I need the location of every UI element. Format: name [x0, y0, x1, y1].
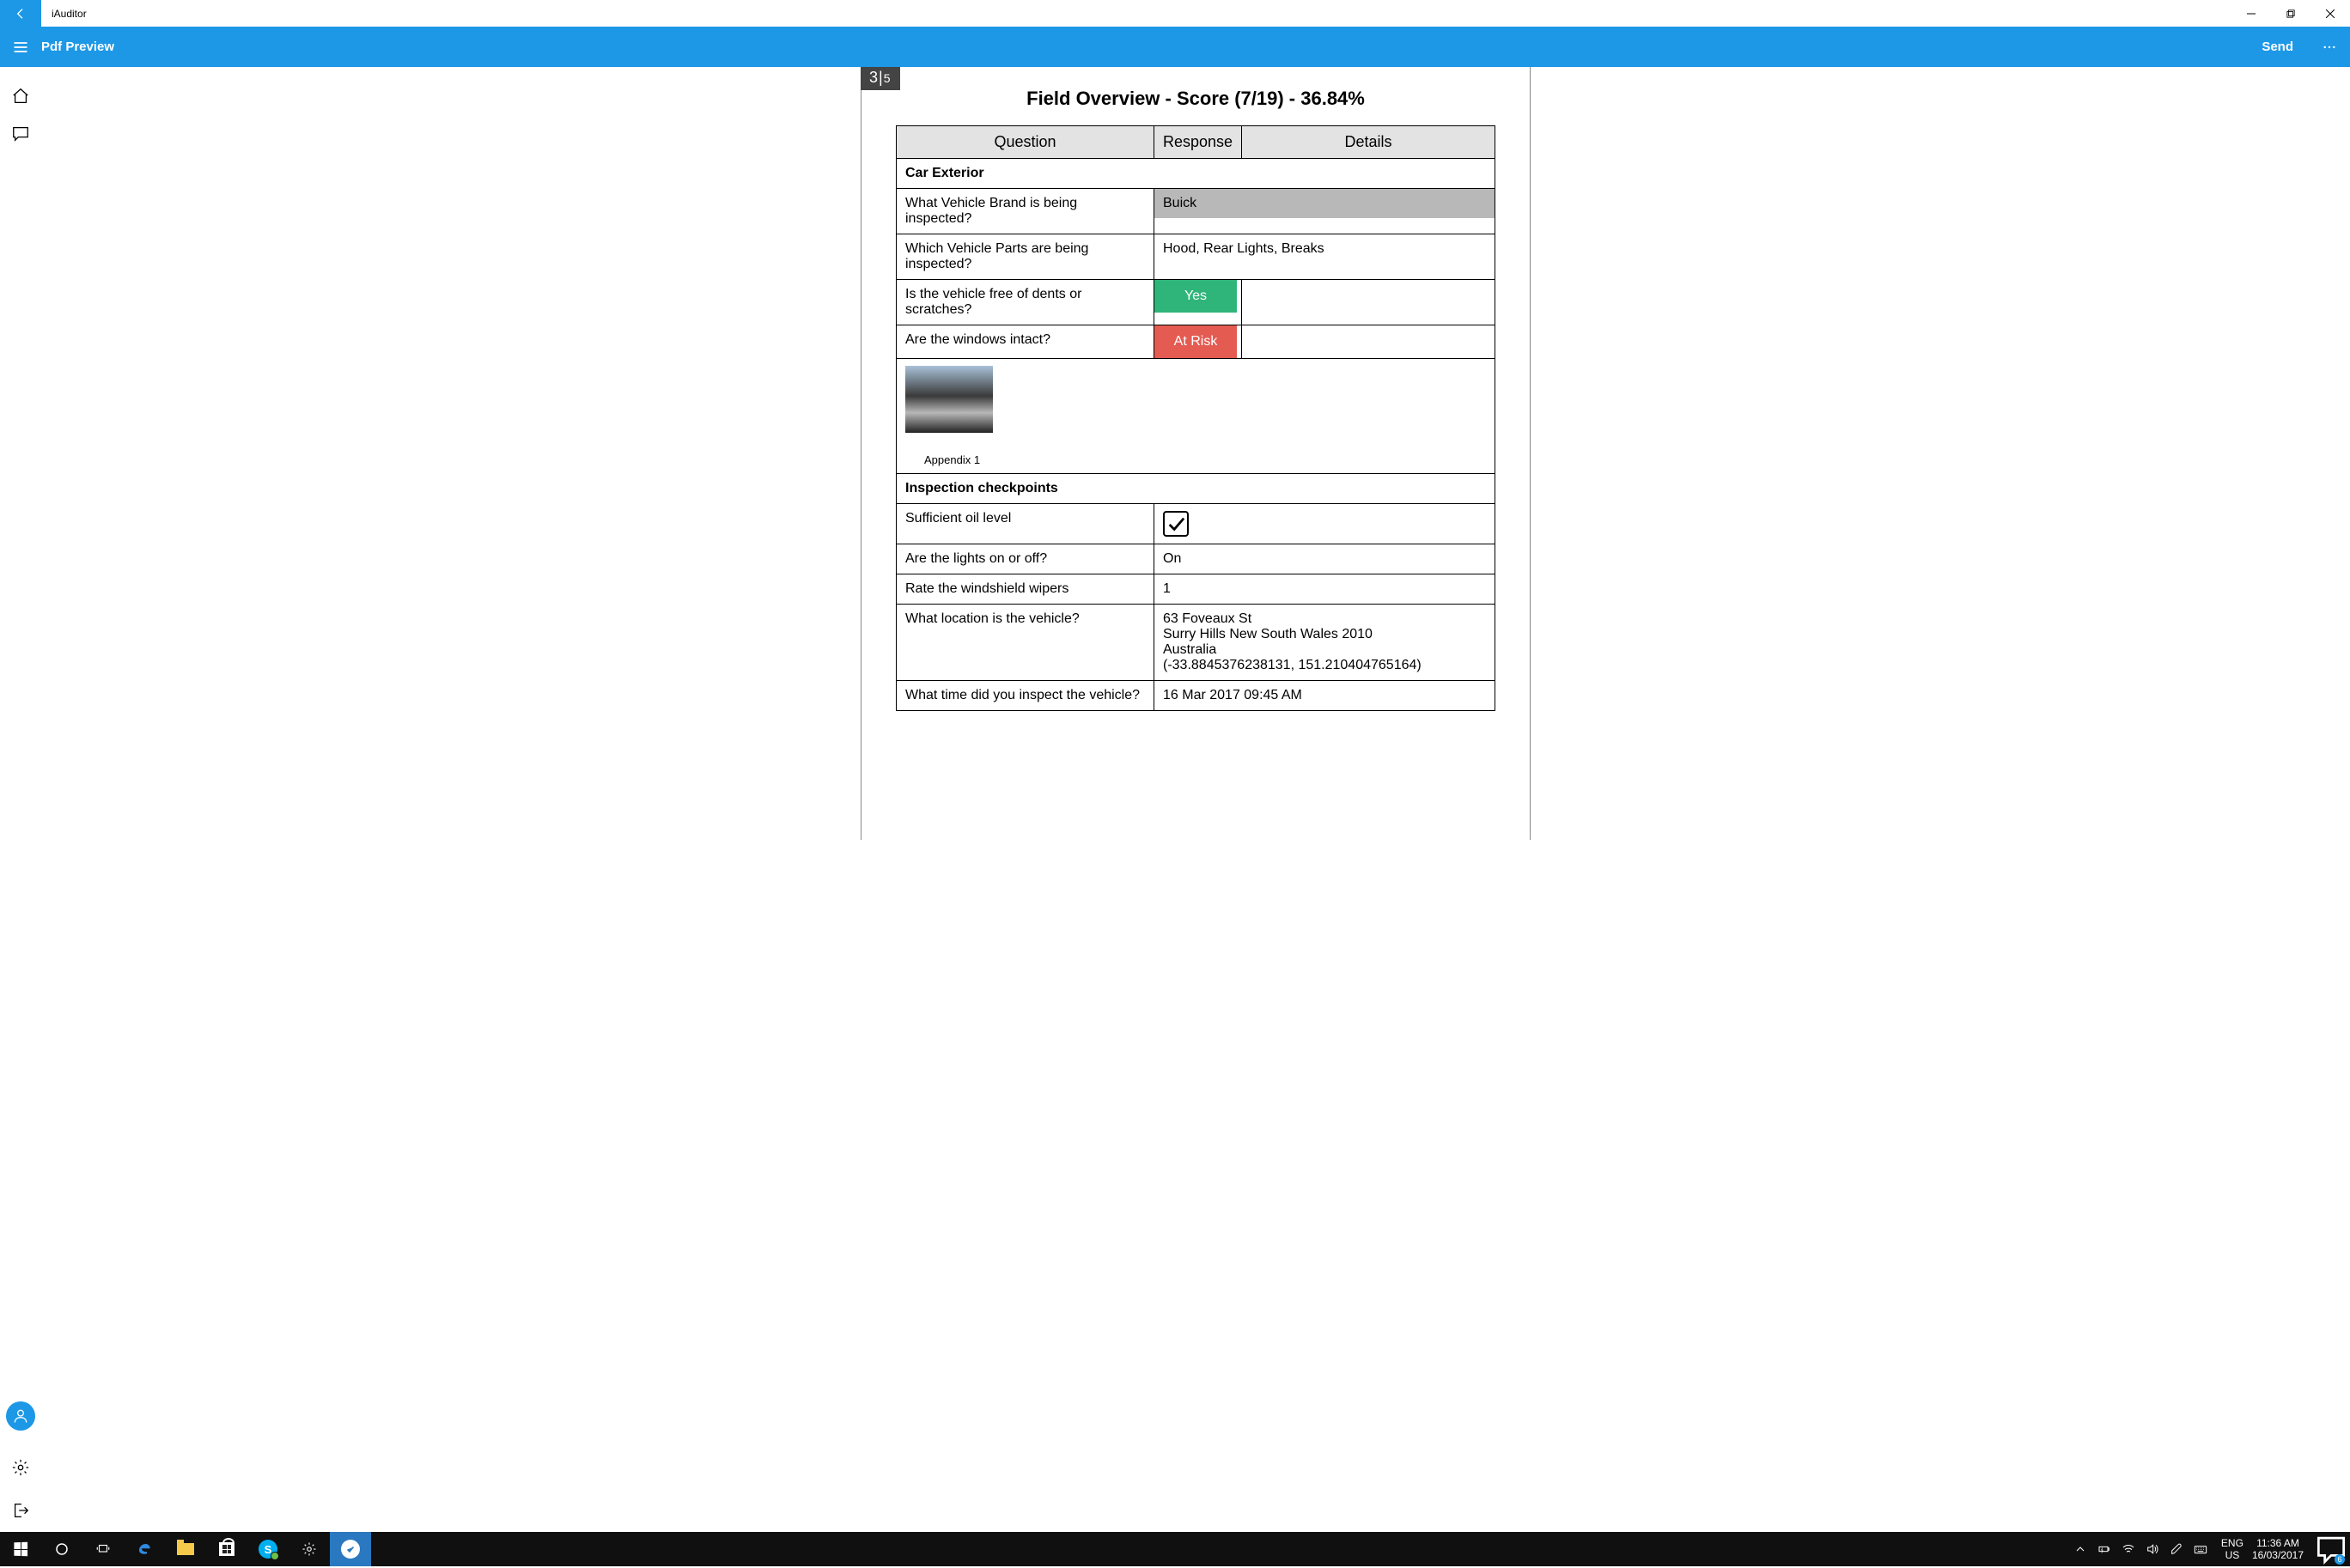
response-badge-risk: At Risk — [1154, 325, 1237, 358]
windows-taskbar: S ENG US 11:36 AM 16/03/2017 6 — [0, 1532, 2350, 1566]
skype-icon[interactable]: S — [247, 1532, 289, 1566]
wifi-icon[interactable] — [2122, 1542, 2135, 1556]
edge-browser-icon[interactable] — [124, 1532, 165, 1566]
avatar[interactable] — [6, 1401, 35, 1431]
iauditor-taskbar-icon[interactable] — [330, 1532, 371, 1566]
response-value: Hood, Rear Lights, Breaks — [1154, 234, 1495, 264]
response-badge-yes: Yes — [1154, 280, 1237, 313]
col-details: Details — [1242, 126, 1495, 159]
checkbox-checked-icon — [1163, 511, 1189, 537]
close-button[interactable] — [2310, 0, 2350, 27]
exit-icon[interactable] — [0, 1489, 41, 1532]
task-view-icon[interactable] — [82, 1532, 124, 1566]
document-title: Field Overview - Score (7/19) - 36.84% — [896, 88, 1495, 110]
pdf-page: Field Overview - Score (7/19) - 36.84% Q… — [861, 67, 1531, 840]
appbar-title: Pdf Preview — [41, 40, 114, 54]
battery-icon[interactable] — [2097, 1542, 2111, 1556]
table-row: What time did you inspect the vehicle? 1… — [897, 681, 1495, 711]
settings-taskbar-icon[interactable] — [289, 1532, 330, 1566]
table-row: Rate the windshield wipers 1 — [897, 574, 1495, 605]
home-icon[interactable] — [0, 77, 41, 115]
more-button[interactable] — [2309, 40, 2350, 55]
appendix-caption: Appendix 1 — [924, 453, 1486, 466]
maximize-button[interactable] — [2271, 0, 2310, 27]
response-value: 1 — [1154, 574, 1495, 605]
response-value: 63 Foveaux St Surry Hills New South Wale… — [1154, 605, 1495, 681]
response-value: On — [1154, 544, 1495, 574]
volume-icon[interactable] — [2146, 1542, 2159, 1556]
col-question: Question — [897, 126, 1154, 159]
table-row: Which Vehicle Parts are being inspected?… — [897, 234, 1495, 280]
cortana-icon[interactable] — [41, 1532, 82, 1566]
page-indicator: 3|5 — [861, 67, 900, 90]
photo-row: Appendix 1 — [897, 359, 1495, 474]
settings-icon[interactable] — [0, 1446, 41, 1489]
report-table: Question Response Details Car Exterior W… — [896, 125, 1495, 711]
table-row: Is the vehicle free of dents or scratche… — [897, 280, 1495, 325]
table-row: What location is the vehicle? 63 Foveaux… — [897, 605, 1495, 681]
minimize-button[interactable] — [2231, 0, 2271, 27]
table-row: Are the windows intact? At Risk — [897, 325, 1495, 359]
start-button[interactable] — [0, 1532, 41, 1566]
table-header-row: Question Response Details — [897, 126, 1495, 159]
chat-icon[interactable] — [0, 115, 41, 153]
window-title: iAuditor — [41, 0, 97, 27]
table-row: Sufficient oil level — [897, 504, 1495, 544]
col-response: Response — [1154, 126, 1242, 159]
pdf-viewport[interactable]: 3|5 Field Overview - Score (7/19) - 36.8… — [41, 67, 2350, 1532]
hamburger-menu-button[interactable] — [0, 39, 41, 56]
table-row: Are the lights on or off? On — [897, 544, 1495, 574]
send-button[interactable]: Send — [2246, 40, 2309, 54]
language-clock[interactable]: ENG US 11:36 AM 16/03/2017 — [2213, 1537, 2312, 1562]
tray-chevron-icon[interactable] — [2073, 1542, 2087, 1556]
section-header: Inspection checkpoints — [897, 474, 1495, 504]
response-value: Buick — [1154, 189, 1495, 218]
app-bar: Pdf Preview Send — [0, 27, 2350, 67]
window-titlebar: iAuditor — [0, 0, 2350, 27]
vehicle-photo-thumbnail — [905, 366, 993, 433]
keyboard-icon[interactable] — [2194, 1542, 2207, 1556]
section-header: Car Exterior — [897, 159, 1495, 189]
response-value: 16 Mar 2017 09:45 AM — [1154, 681, 1495, 711]
pen-icon[interactable] — [2170, 1542, 2183, 1556]
back-button[interactable] — [0, 0, 41, 27]
file-explorer-icon[interactable] — [165, 1532, 206, 1566]
table-row: What Vehicle Brand is being inspected? B… — [897, 189, 1495, 234]
action-center-icon[interactable]: 6 — [2312, 1530, 2350, 1568]
windows-store-icon[interactable] — [206, 1532, 247, 1566]
system-tray[interactable] — [2068, 1542, 2213, 1556]
left-sidebar — [0, 67, 41, 1532]
